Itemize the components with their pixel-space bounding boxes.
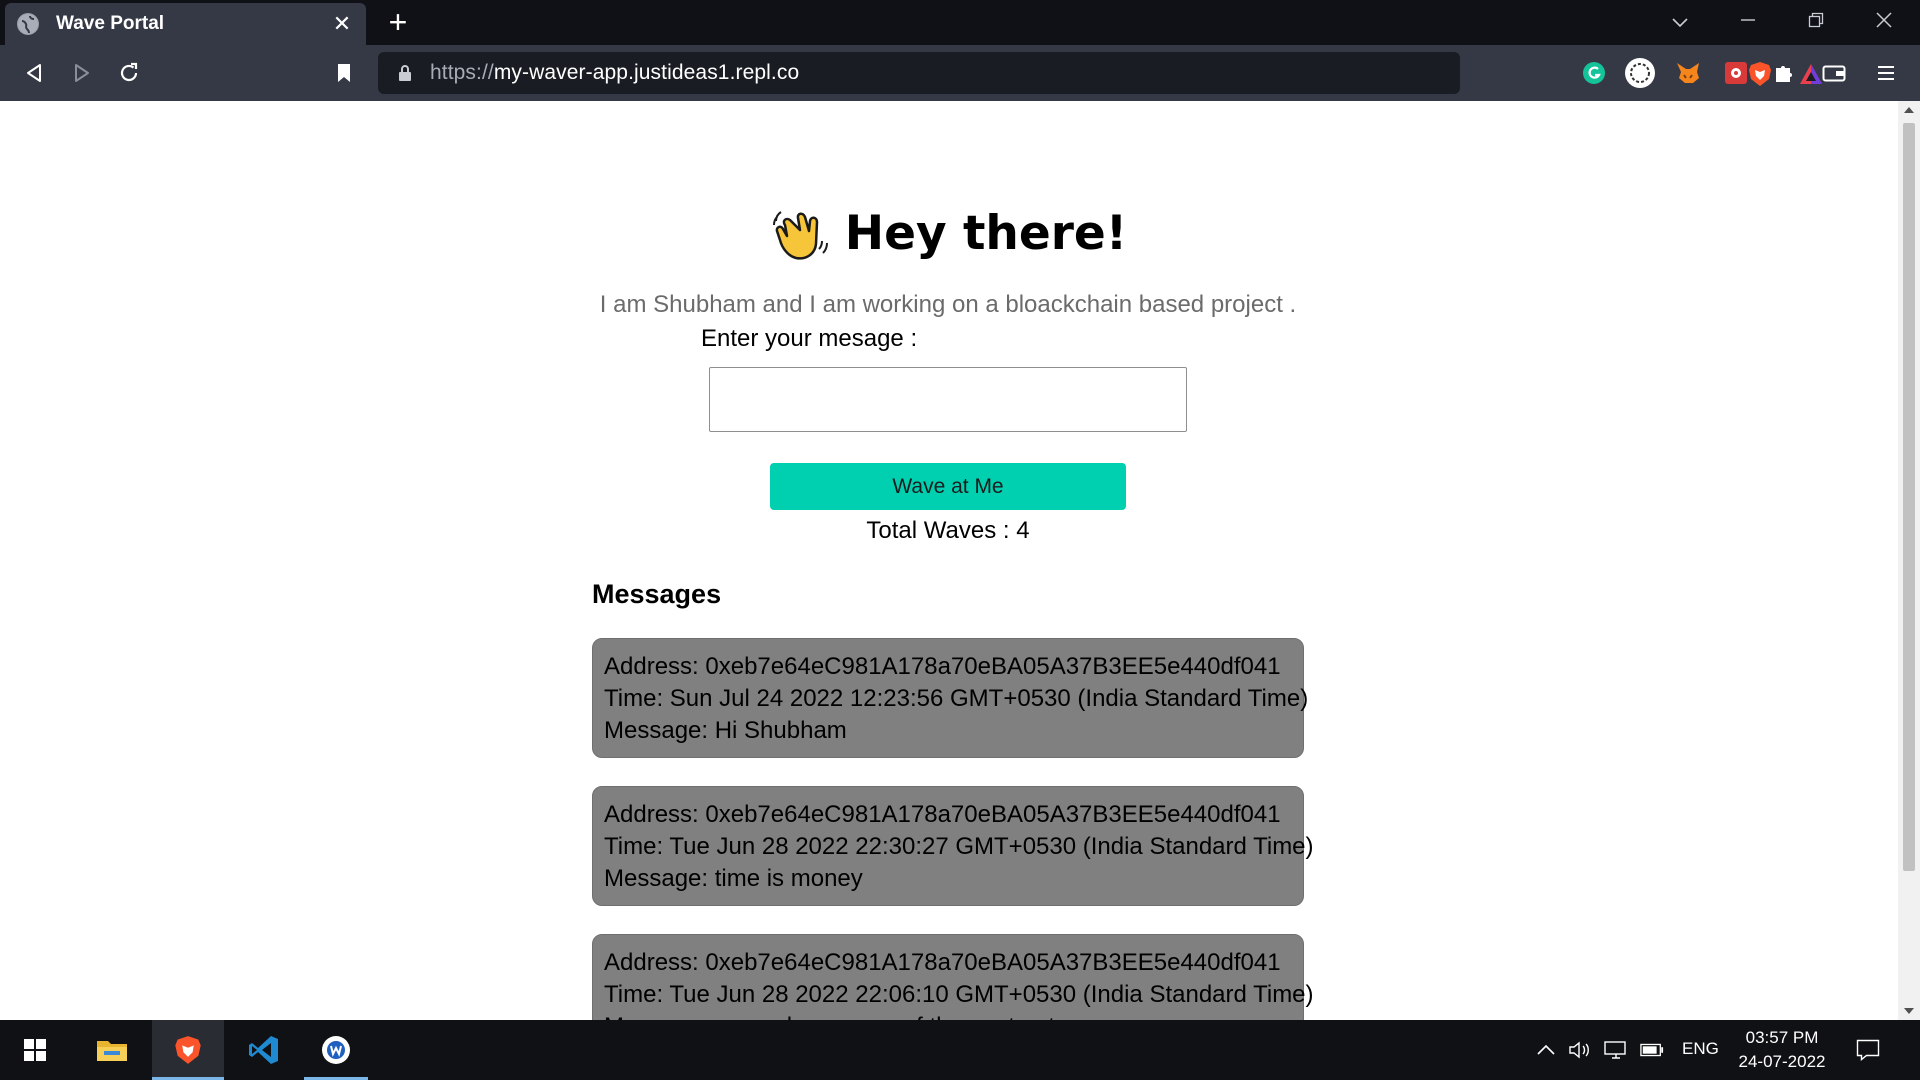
language-indicator[interactable]: ENG (1682, 1039, 1719, 1059)
message-card: Address: 0xeb7e64eC981A178a70eBA05A37B3E… (592, 786, 1314, 906)
clock-date: 24-07-2022 (1738, 1052, 1826, 1071)
chevron-up-icon[interactable] (1534, 1038, 1558, 1062)
grammarly-icon[interactable] (1578, 57, 1610, 89)
metamask-icon[interactable] (1672, 57, 1704, 89)
bug-extension-icon[interactable] (1720, 57, 1752, 89)
menu-icon[interactable] (1870, 57, 1902, 89)
tab-strip: Wave Portal ✕ + (0, 0, 1920, 45)
clock-time: 03:57 PM (1745, 1028, 1819, 1047)
browser-tab[interactable]: Wave Portal ✕ (5, 3, 366, 45)
minimize-icon[interactable] (1728, 6, 1768, 38)
globe-icon (17, 13, 39, 35)
url-text: https://my-waver-app.justideas1.repl.co (430, 61, 800, 84)
lock-icon (399, 65, 411, 81)
circle-extension-icon[interactable] (1624, 57, 1656, 89)
reload-icon[interactable] (113, 57, 145, 89)
message-text: Message: Hi Shubham (604, 717, 847, 744)
message-card: Address: 0xeb7e64eC981A178a70eBA05A37B3E… (592, 638, 1309, 758)
main-container: Hey there! I am Shubham and I am working… (592, 101, 1314, 1020)
browser-toolbar: https://my-waver-app.justideas1.repl.co (0, 45, 1920, 101)
page-title: Hey there! (844, 205, 1128, 261)
scroll-down-icon[interactable] (1904, 1008, 1914, 1014)
messages-heading: Messages (592, 579, 722, 609)
close-icon[interactable] (1864, 6, 1904, 38)
windows-start-icon[interactable] (0, 1020, 70, 1080)
message-input[interactable] (709, 367, 1187, 432)
restore-icon[interactable] (1796, 6, 1836, 38)
system-clock[interactable]: 03:57 PM 24-07-2022 (1722, 1026, 1842, 1074)
wave-app-icon[interactable] (304, 1020, 368, 1080)
address-bar[interactable]: https://my-waver-app.justideas1.repl.co (378, 52, 1822, 94)
brave-browser-icon[interactable] (152, 1020, 224, 1080)
notifications-icon[interactable] (1856, 1038, 1880, 1062)
message-input-label: Enter your mesage : (701, 325, 918, 352)
total-waves-count: Total Waves : 4 (866, 517, 1030, 544)
bookmark-icon[interactable] (328, 57, 360, 89)
page-viewport: Hey there! I am Shubham and I am working… (0, 101, 1898, 1020)
volume-icon[interactable] (1568, 1038, 1592, 1062)
vscode-icon[interactable] (228, 1020, 300, 1080)
taskbar: ENG 03:57 PM 24-07-2022 (0, 1020, 1920, 1080)
tab-title: Wave Portal (56, 13, 165, 34)
message-time: Time: Sun Jul 24 2022 12:23:56 GMT+0530 … (604, 685, 1309, 712)
file-explorer-icon[interactable] (76, 1020, 148, 1080)
tab-close-button[interactable]: ✕ (330, 11, 354, 37)
waving-hand-icon (772, 211, 828, 260)
battery-icon[interactable] (1640, 1038, 1664, 1062)
message-text: Message: time is money (604, 865, 863, 892)
message-address: Address: 0xeb7e64eC981A178a70eBA05A37B3E… (604, 801, 1281, 828)
message-time: Time: Tue Jun 28 2022 22:30:27 GMT+0530 … (604, 833, 1314, 860)
page-header: Hey there! (592, 201, 1304, 265)
scroll-up-icon[interactable] (1904, 107, 1914, 113)
message-card: Address: 0xeb7e64eC981A178a70eBA05A37B3E… (592, 934, 1314, 1020)
network-icon[interactable] (1604, 1038, 1628, 1062)
page-scrollbar[interactable] (1898, 101, 1920, 1020)
bio-text: I am Shubham and I am working on a bloac… (599, 291, 1297, 318)
message-address: Address: 0xeb7e64eC981A178a70eBA05A37B3E… (604, 653, 1281, 680)
scrollbar-thumb[interactable] (1903, 123, 1915, 871)
wallet-icon[interactable] (1818, 57, 1850, 89)
new-tab-button[interactable]: + (382, 6, 414, 38)
puzzle-extensions-icon[interactable] (1768, 57, 1800, 89)
forward-icon[interactable] (66, 57, 98, 89)
message-time: Time: Tue Jun 28 2022 22:06:10 GMT+0530 … (604, 981, 1314, 1008)
back-icon[interactable] (18, 57, 50, 89)
message-address: Address: 0xeb7e64eC981A178a70eBA05A37B3E… (604, 949, 1281, 976)
chevron-down-icon[interactable] (1660, 6, 1700, 38)
wave-button[interactable]: Wave at Me (770, 463, 1126, 510)
message-text: Message: second message of the contract (604, 1011, 1292, 1020)
